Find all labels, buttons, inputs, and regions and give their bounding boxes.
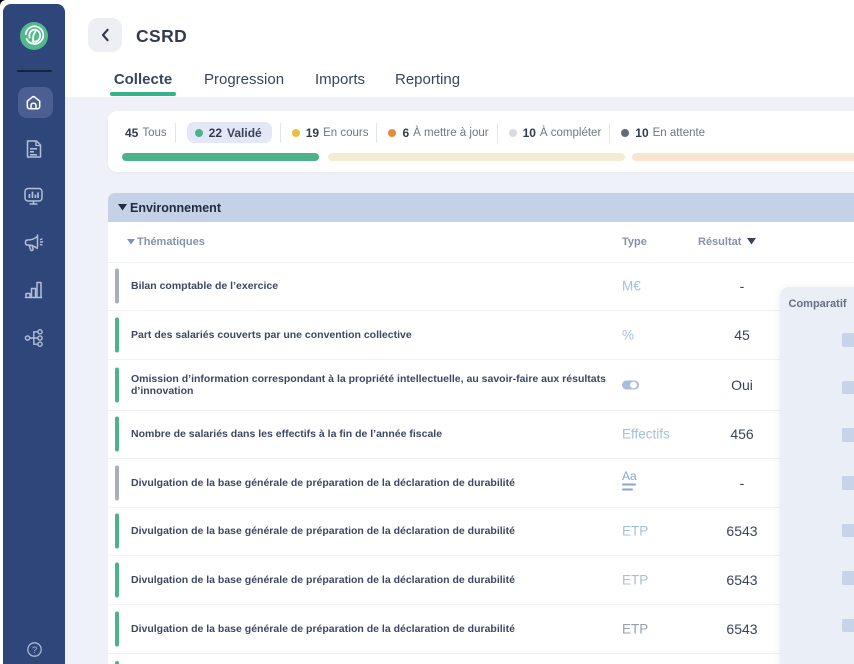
svg-text:?: ? [32,645,37,656]
svg-text:Aa: Aa [622,470,637,483]
